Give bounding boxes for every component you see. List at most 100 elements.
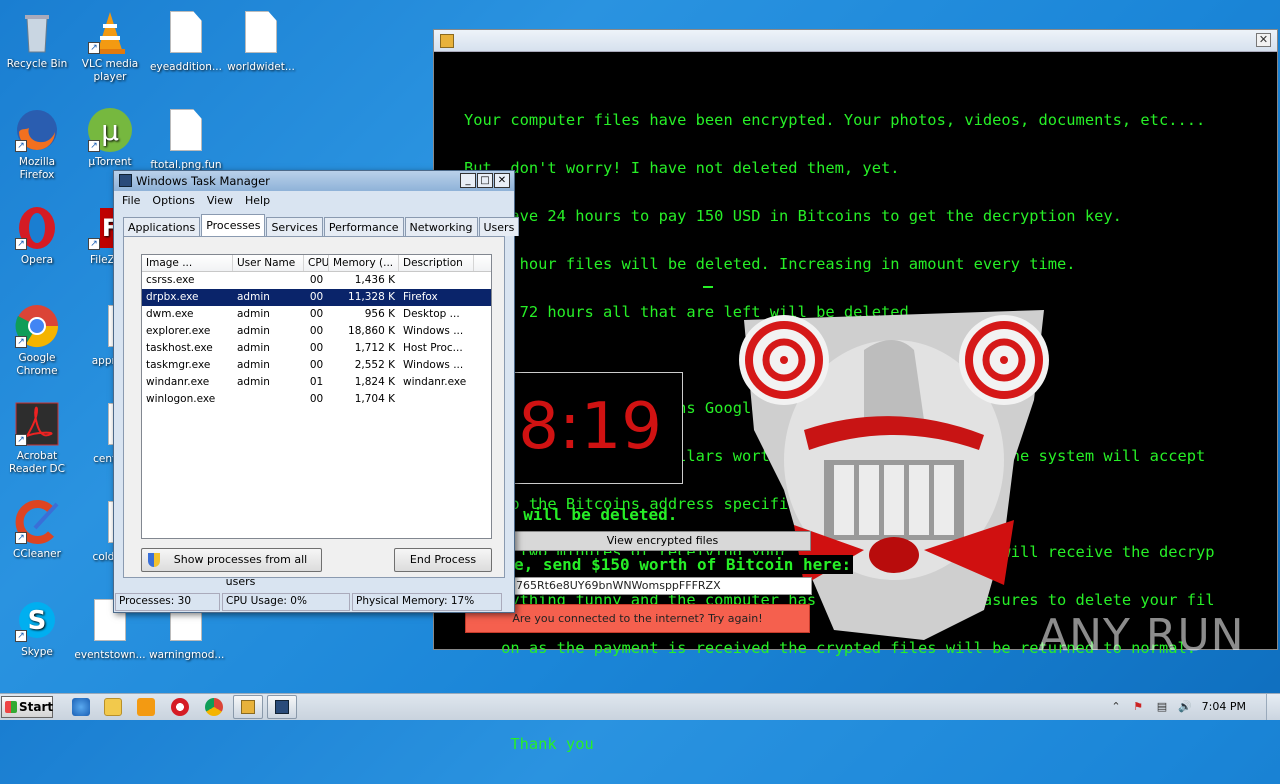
shortcut-arrow-icon: ↗ <box>15 532 27 544</box>
tab-applications[interactable]: Applications <box>123 217 201 236</box>
start-label: Start <box>19 700 54 714</box>
desktop-icon-label: Skype <box>21 646 53 658</box>
desktop-icon-vlc[interactable]: ↗ VLC media player <box>73 8 147 84</box>
menu-view[interactable]: View <box>207 194 233 207</box>
tab-services[interactable]: Services <box>266 217 323 236</box>
table-row[interactable]: dwm.exe admin 00 956 K Desktop ... <box>142 306 491 323</box>
column-header-user[interactable]: User Name <box>233 255 304 271</box>
status-processes: Processes: 30 <box>115 593 220 611</box>
internet-explorer-icon[interactable] <box>72 698 90 716</box>
chrome-icon[interactable] <box>205 698 223 716</box>
desktop-icon-label: Recycle Bin <box>6 58 68 70</box>
view-encrypted-files-button[interactable]: View encrypted files <box>514 531 811 551</box>
cell-user: admin <box>237 325 270 337</box>
table-row[interactable]: explorer.exe admin 00 18,860 K Windows .… <box>142 323 491 340</box>
desktop-icon-label: Opera <box>20 254 54 266</box>
table-row[interactable]: taskmgr.exe admin 00 2,552 K Windows ... <box>142 357 491 374</box>
table-row[interactable]: csrss.exe 00 1,436 K <box>142 272 491 289</box>
opera-icon[interactable] <box>171 698 189 716</box>
process-list[interactable]: Image ... User Name CPU Memory (... Desc… <box>141 254 492 539</box>
column-header-cpu[interactable]: CPU <box>304 255 329 271</box>
desktop-icon-file[interactable]: worldwidet... <box>224 8 298 74</box>
cell-description: Windows ... <box>403 325 464 337</box>
desktop-icon-file[interactable]: eyeaddition... <box>149 8 223 74</box>
table-row[interactable]: winlogon.exe 00 1,704 K <box>142 391 491 408</box>
taskbar-task-manager-button[interactable] <box>267 695 297 719</box>
shortcut-arrow-icon: ↗ <box>15 238 27 250</box>
cell-image: winlogon.exe <box>146 393 216 405</box>
tab-performance[interactable]: Performance <box>323 217 404 236</box>
desktop-icon-opera[interactable]: ↗ Opera <box>0 204 74 267</box>
menu-help[interactable]: Help <box>245 194 270 207</box>
task-manager-titlebar[interactable]: Windows Task Manager _ □ ✕ <box>114 171 514 191</box>
desktop-icon-label: eventstown... <box>74 649 146 661</box>
desktop-icon-ccleaner[interactable]: ↗ CCleaner <box>0 498 74 561</box>
status-cpu: CPU Usage: 0% <box>222 593 350 611</box>
tab-processes[interactable]: Processes <box>201 214 266 236</box>
retry-connection-button[interactable]: Are you connected to the internet? Try a… <box>465 604 810 633</box>
tab-users[interactable]: Users <box>478 217 520 236</box>
column-header-row: Image ... User Name CPU Memory (... Desc… <box>142 255 491 272</box>
shortcut-arrow-icon: ↗ <box>15 140 27 152</box>
table-row-selected[interactable]: drpbx.exe admin 00 11,328 K Firefox <box>142 289 491 306</box>
jigsaw-puppet-image <box>739 310 1049 640</box>
desktop-icon-label: Acrobat Reader DC <box>9 450 65 475</box>
desktop-icon-acrobat[interactable]: ↗ Acrobat Reader DC <box>0 400 74 476</box>
cell-description <box>399 272 474 289</box>
shortcut-arrow-icon: ↗ <box>15 336 27 348</box>
menu-bar: File Options View Help <box>122 194 270 207</box>
status-bar: Processes: 30 CPU Usage: 0% Physical Mem… <box>115 593 514 611</box>
show-hidden-icons-icon[interactable]: ⌃ <box>1109 700 1123 714</box>
taskbar-ransom-app-button[interactable] <box>233 695 263 719</box>
end-process-button[interactable]: End Process <box>394 548 492 572</box>
cell-image: drpbx.exe <box>146 291 199 303</box>
desktop-icon-skype[interactable]: S ↗ Skype <box>0 596 74 659</box>
utorrent-icon: µ ↗ <box>86 106 134 154</box>
cell-memory: 2,552 K <box>354 359 395 371</box>
media-player-icon[interactable] <box>137 698 155 716</box>
shortcut-arrow-icon: ↗ <box>88 42 100 54</box>
countdown-timer: 8:19 <box>486 372 683 484</box>
security-flag-icon[interactable]: ⚑ <box>1131 700 1145 714</box>
desktop-icon-recycle-bin[interactable]: Recycle Bin <box>0 8 74 71</box>
column-header-memory[interactable]: Memory (... <box>329 255 399 271</box>
tab-networking[interactable]: Networking <box>404 217 478 236</box>
ransomware-window: ✕ Your computer files have been encrypte… <box>433 29 1278 752</box>
cell-description: Firefox <box>403 291 438 303</box>
svg-text:S: S <box>28 606 47 636</box>
cell-description: Windows ... <box>403 359 464 371</box>
volume-icon[interactable]: 🔊 <box>1178 700 1192 714</box>
cell-user: admin <box>237 291 270 303</box>
column-header-image[interactable]: Image ... <box>142 255 233 271</box>
menu-options[interactable]: Options <box>152 194 194 207</box>
desktop-icon-chrome[interactable]: ↗ Google Chrome <box>0 302 74 378</box>
message-line: You have 24 hours to pay 150 USD in Bitc… <box>464 207 1122 225</box>
text-cursor <box>703 286 713 288</box>
maximize-icon[interactable]: □ <box>477 173 493 188</box>
task-manager-window: Windows Task Manager _ □ ✕ File Options … <box>113 170 520 613</box>
table-row[interactable]: taskhost.exe admin 00 1,712 K Host Proc.… <box>142 340 491 357</box>
start-button[interactable]: Start <box>1 696 53 718</box>
document-icon <box>162 109 210 157</box>
menu-file[interactable]: File <box>122 194 140 207</box>
close-icon[interactable]: ✕ <box>1256 33 1271 47</box>
desktop-icon-file[interactable]: ftotal.png.fun <box>149 106 223 172</box>
column-header-description[interactable]: Description <box>399 255 474 271</box>
app-icon <box>440 34 454 48</box>
desktop-icon-label: warningmod... <box>149 649 225 661</box>
cell-memory: 1,704 K <box>354 393 395 405</box>
bitcoin-address-field[interactable]: 765Rt6e8UY69bnWNWomsppFFFRZX <box>512 577 812 595</box>
clock[interactable]: 7:04 PM <box>1202 700 1246 713</box>
folder-icon[interactable] <box>104 698 122 716</box>
cell-image: csrss.exe <box>146 274 195 286</box>
shortcut-arrow-icon: ↗ <box>15 630 27 642</box>
table-row[interactable]: windanr.exe admin 01 1,824 K windanr.exe <box>142 374 491 391</box>
show-desktop-button[interactable] <box>1266 694 1280 720</box>
desktop-icon-firefox[interactable]: ↗ Mozilla Firefox <box>0 106 74 182</box>
network-icon[interactable]: ▤ <box>1155 700 1169 714</box>
close-icon[interactable]: ✕ <box>494 173 510 188</box>
ransom-titlebar[interactable]: ✕ <box>434 30 1277 52</box>
desktop-icon-utorrent[interactable]: µ ↗ µTorrent <box>73 106 147 169</box>
minimize-icon[interactable]: _ <box>460 173 476 188</box>
show-all-processes-button[interactable]: Show processes from all users <box>141 548 322 588</box>
